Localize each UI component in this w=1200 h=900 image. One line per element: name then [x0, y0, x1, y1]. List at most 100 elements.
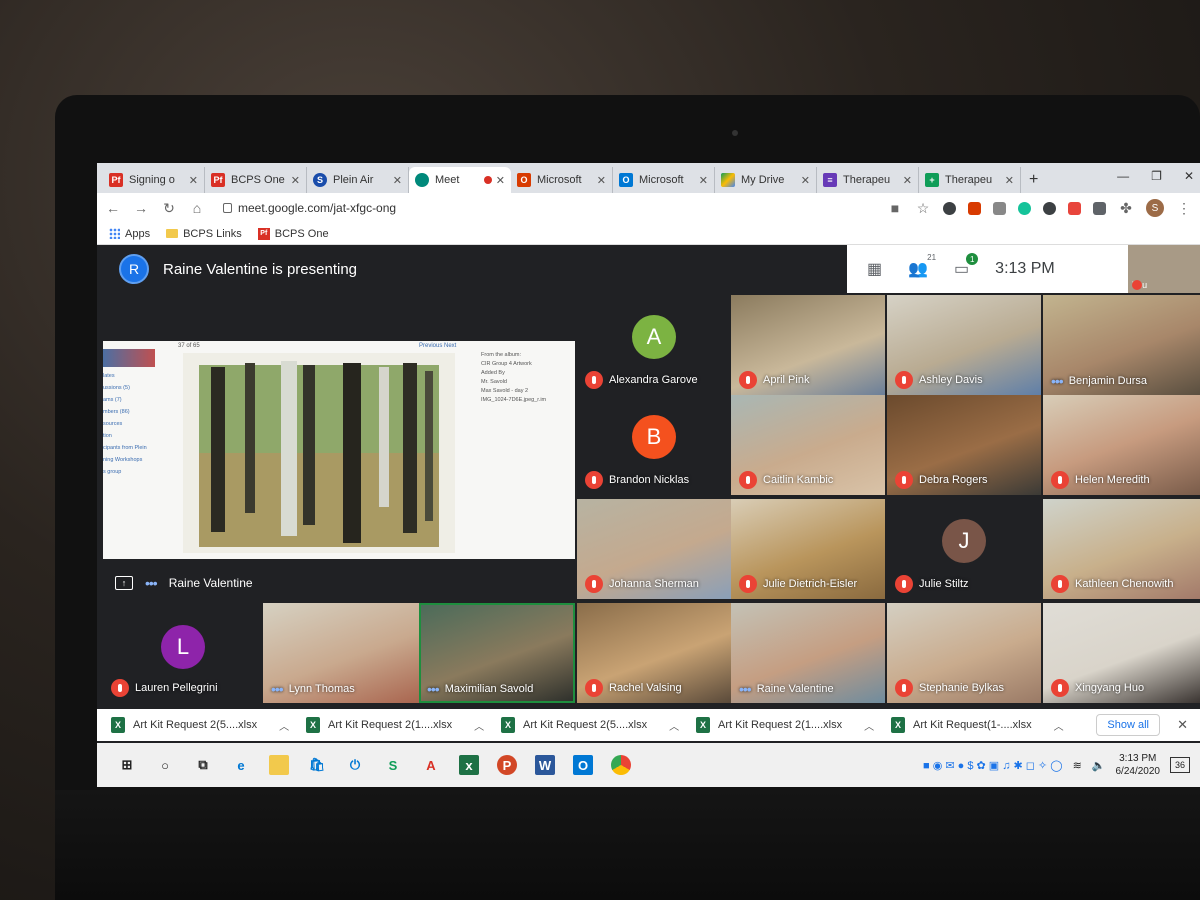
- powerpoint-icon[interactable]: P: [497, 755, 517, 775]
- download-item[interactable]: X Art Kit Request(1-....xlsx ︿: [891, 717, 1086, 733]
- grid-extension-icon[interactable]: [1093, 201, 1106, 215]
- close-icon[interactable]: ✕: [1005, 174, 1014, 187]
- participant-tile[interactable]: ••• Lynn Thomas: [263, 603, 419, 703]
- participant-tile[interactable]: Johanna Sherman: [577, 499, 731, 599]
- notification-center-icon[interactable]: 36: [1170, 757, 1190, 773]
- chevron-up-icon[interactable]: ︿: [279, 718, 289, 733]
- download-item[interactable]: X Art Kit Request 2(1....xlsx ︿: [306, 717, 501, 733]
- meeting-clock: 3:13 PM: [995, 260, 1055, 277]
- tab-5[interactable]: O Microsoft ✕: [613, 167, 715, 193]
- shield-extension-icon[interactable]: [943, 201, 956, 215]
- tab-4[interactable]: O Microsoft ✕: [511, 167, 613, 193]
- forward-icon[interactable]: →: [133, 200, 149, 216]
- edge-icon[interactable]: e: [231, 755, 251, 775]
- star-icon[interactable]: ☆: [915, 200, 931, 217]
- chevron-up-icon[interactable]: ︿: [474, 718, 484, 733]
- chevron-up-icon[interactable]: ︿: [864, 718, 874, 733]
- participant-tile[interactable]: Kathleen Chenowith: [1043, 499, 1200, 599]
- camera-icon[interactable]: ■: [887, 200, 903, 216]
- close-icon[interactable]: ✕: [393, 174, 402, 187]
- new-tab-button[interactable]: +: [1021, 171, 1046, 193]
- outlook-icon[interactable]: O: [573, 755, 593, 775]
- search-icon[interactable]: ○: [155, 755, 175, 775]
- bookmark-bcps-one[interactable]: Pf BCPS One: [257, 227, 329, 240]
- participant-tile[interactable]: Julie Dietrich-Eisler: [731, 499, 885, 599]
- participant-tile[interactable]: ••• Maximilian Savold: [419, 603, 575, 703]
- participant-tile[interactable]: Xingyang Huo: [1043, 603, 1200, 703]
- vpn-extension-icon[interactable]: [1043, 201, 1056, 215]
- file-explorer-icon[interactable]: [269, 755, 289, 775]
- tray-apps-icon[interactable]: ■ ◉ ✉ ● $ ✿ ▣ ♫ ✱ ◻ ✧ ◯: [923, 759, 1063, 772]
- menu-icon[interactable]: ⋮: [1176, 200, 1192, 217]
- store-icon[interactable]: 🛍: [307, 755, 327, 775]
- tab-meet[interactable]: Meet ✕: [409, 167, 511, 193]
- restore-icon[interactable]: ❐: [1151, 169, 1162, 183]
- download-item[interactable]: X Art Kit Request 2(5....xlsx ︿: [501, 717, 696, 733]
- screencast-icon[interactable]: [1068, 201, 1081, 215]
- participant-tile[interactable]: Caitlin Kambic: [731, 395, 885, 495]
- show-all-button[interactable]: Show all: [1096, 714, 1160, 736]
- tab-2[interactable]: S Plein Air ✕: [307, 167, 409, 193]
- grammarly-icon[interactable]: [1018, 201, 1031, 215]
- close-icon[interactable]: ✕: [189, 174, 198, 187]
- grid-layout-icon[interactable]: ▦: [867, 259, 882, 279]
- participant-tile[interactable]: Stephanie Bylkas: [887, 603, 1041, 703]
- back-icon[interactable]: ←: [105, 200, 121, 216]
- participant-tile[interactable]: B Brandon Nicklas: [577, 395, 731, 495]
- participant-tile[interactable]: ••• Raine Valentine: [731, 603, 885, 703]
- excel-icon[interactable]: x: [459, 755, 479, 775]
- reload-icon[interactable]: ↻: [161, 200, 177, 217]
- tab-1[interactable]: Pf BCPS One ✕: [205, 167, 307, 193]
- muted-mic-icon: [739, 471, 757, 489]
- extension-icon[interactable]: [993, 201, 1006, 215]
- tab-8[interactable]: + Therapeu ✕: [919, 167, 1021, 193]
- participant-tile[interactable]: L Lauren Pellegrini: [103, 603, 263, 703]
- participant-tile[interactable]: A Alexandra Garove: [577, 295, 731, 395]
- home-icon[interactable]: ⌂: [189, 200, 205, 216]
- self-view[interactable]: You: [1128, 245, 1200, 293]
- participant-tile[interactable]: Debra Rogers: [887, 395, 1041, 495]
- puzzle-icon[interactable]: ✤: [1118, 200, 1134, 217]
- windows-start-icon[interactable]: ⊞: [117, 755, 137, 775]
- close-icon[interactable]: ✕: [1177, 717, 1188, 733]
- taskbar-clock[interactable]: 3:13 PM 6/24/2020: [1116, 752, 1161, 778]
- wifi-icon[interactable]: ≋: [1073, 759, 1082, 772]
- address-bar[interactable]: meet.google.com/jat-xfgc-ong: [223, 201, 396, 215]
- tab-6[interactable]: My Drive ✕: [715, 167, 817, 193]
- participant-tile[interactable]: Ashley Davis: [887, 295, 1041, 395]
- close-icon[interactable]: ✕: [291, 174, 300, 187]
- participant-tile[interactable]: April Pink: [731, 295, 885, 395]
- participant-tile[interactable]: Helen Meredith: [1043, 395, 1200, 495]
- office-extension-icon[interactable]: [968, 201, 981, 215]
- tab-0[interactable]: Pf Signing o ✕: [103, 167, 205, 193]
- word-icon[interactable]: W: [535, 755, 555, 775]
- participant-tile[interactable]: J Julie Stiltz: [887, 499, 1041, 599]
- minimize-icon[interactable]: —: [1117, 169, 1129, 183]
- bookmark-apps[interactable]: Apps: [109, 228, 150, 240]
- chrome-icon[interactable]: [611, 755, 631, 775]
- participant-tile[interactable]: ••• Benjamin Dursa: [1043, 295, 1200, 395]
- close-icon[interactable]: ✕: [597, 174, 606, 187]
- download-item[interactable]: X Art Kit Request 2(1....xlsx ︿: [696, 717, 891, 733]
- chevron-up-icon[interactable]: ︿: [669, 718, 679, 733]
- acrobat-icon[interactable]: A: [421, 755, 441, 775]
- power-icon[interactable]: ⏻: [345, 755, 365, 775]
- dollar-app-icon[interactable]: S: [383, 755, 403, 775]
- close-icon[interactable]: ✕: [801, 174, 810, 187]
- people-icon[interactable]: 👥 21: [908, 253, 936, 279]
- close-icon[interactable]: ✕: [496, 174, 505, 187]
- bookmark-bcps-links[interactable]: BCPS Links: [166, 228, 242, 240]
- volume-icon[interactable]: 🔈: [1092, 759, 1106, 772]
- present-screen-icon[interactable]: ↑: [115, 576, 133, 590]
- close-icon[interactable]: ✕: [903, 174, 912, 187]
- download-item[interactable]: X Art Kit Request 2(5....xlsx ︿: [111, 717, 306, 733]
- chat-icon[interactable]: ▭ 1: [954, 253, 979, 279]
- close-window-icon[interactable]: ✕: [1184, 169, 1194, 183]
- task-view-icon[interactable]: ⧉: [193, 755, 213, 775]
- participant-tile[interactable]: Rachel Valsing: [577, 603, 731, 703]
- profile-avatar[interactable]: S: [1146, 199, 1164, 217]
- tab-7[interactable]: ≡ Therapeu ✕: [817, 167, 919, 193]
- chevron-up-icon[interactable]: ︿: [1054, 718, 1064, 733]
- participant-name: Lynn Thomas: [288, 683, 355, 695]
- close-icon[interactable]: ✕: [699, 174, 708, 187]
